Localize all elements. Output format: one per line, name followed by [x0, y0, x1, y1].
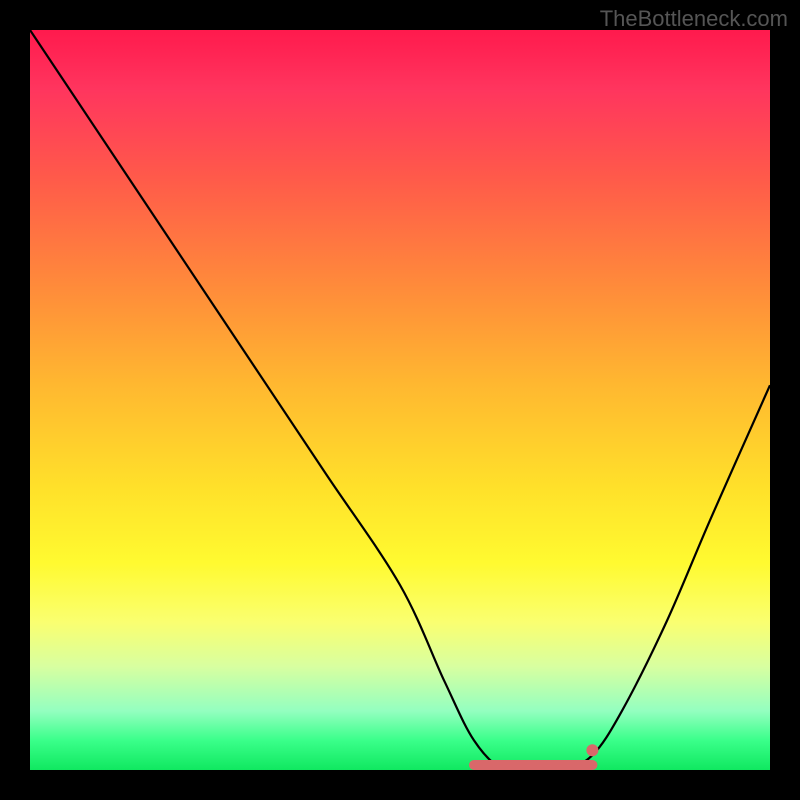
optimal-point-marker [586, 744, 598, 756]
bottleneck-curve [30, 30, 770, 770]
watermark-text: TheBottleneck.com [600, 6, 788, 32]
chart-svg [30, 30, 770, 770]
chart-plot-area [30, 30, 770, 770]
